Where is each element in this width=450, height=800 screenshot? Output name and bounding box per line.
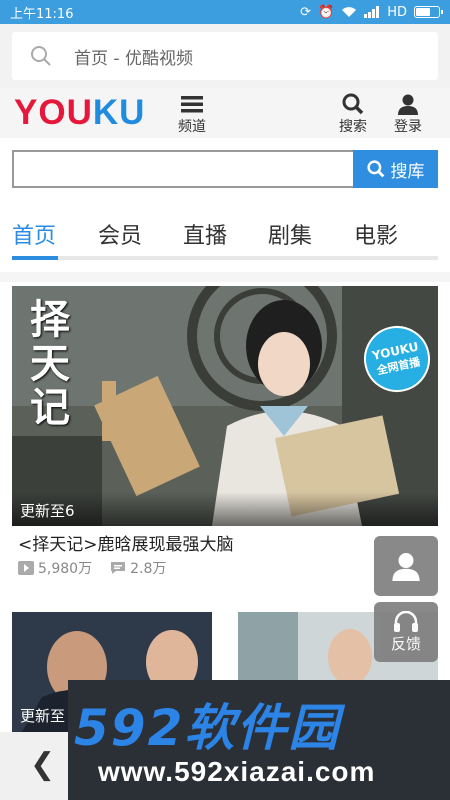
headset-icon <box>394 610 418 632</box>
network-type: HD <box>387 4 407 20</box>
tab-track <box>12 256 438 260</box>
thumbnail-show-title: 择天记 <box>30 296 70 431</box>
video-thumbnail[interactable]: 择天记 YOUKU 全网首播 更新至6 <box>12 286 438 526</box>
logo-part-ku: KU <box>92 93 146 132</box>
sync-icon: ⟳ <box>300 4 312 20</box>
login-label: 登录 <box>394 119 422 135</box>
watermark-brand: 592软件园 <box>74 699 341 757</box>
comment-count: 2.8万 <box>130 561 167 577</box>
tab-home[interactable]: 首页 <box>12 218 56 250</box>
thumbnail-gradient <box>12 492 438 526</box>
tab-vip[interactable]: 会员 <box>98 218 142 250</box>
comment-icon <box>111 562 126 574</box>
play-count-icon <box>18 561 34 575</box>
youku-logo[interactable]: YOUKU <box>14 95 145 131</box>
url-field[interactable]: 首页 - 优酷视频 <box>12 32 438 80</box>
tab-indicator <box>12 256 58 260</box>
watermark-url: www.592xiazai.com <box>98 756 376 787</box>
battery-icon <box>414 6 443 18</box>
search-icon <box>342 92 364 116</box>
alarm-icon: ⏰ <box>318 4 335 20</box>
episode-update: 更新至6 <box>20 502 75 520</box>
search-nav-label: 搜索 <box>339 119 367 135</box>
search-button-label: 搜库 <box>390 161 425 182</box>
site-header: YOUKU 频道 搜索 登录 <box>0 88 450 138</box>
site-watermark: 592软件园 www.592xiazai.com <box>68 680 450 800</box>
status-time: 上午11:16 <box>10 6 74 22</box>
profile-float-button[interactable] <box>374 536 438 596</box>
section-divider <box>0 272 450 282</box>
url-text: 首页 - 优酷视频 <box>74 48 193 69</box>
back-icon[interactable]: ❮ <box>30 750 55 780</box>
browser-url-bar: 首页 - 优酷视频 <box>0 24 450 88</box>
tab-live[interactable]: 直播 <box>183 218 227 250</box>
tab-movies[interactable]: 电影 <box>354 218 398 250</box>
video-title[interactable]: <择天记>鹿晗展现最强大脑 <box>18 530 234 555</box>
category-tabs: 首页 会员 直播 剧集 电影 <box>12 212 438 262</box>
episode-update: 更新至 <box>20 707 66 725</box>
search-nav-button[interactable]: 搜索 <box>339 92 367 136</box>
signal-icon <box>364 6 380 18</box>
feedback-button[interactable]: 反馈 <box>374 602 438 662</box>
channel-label: 频道 <box>178 119 206 135</box>
logo-part-you: YOU <box>14 93 93 132</box>
play-count: 5,980万 <box>38 561 93 577</box>
search-bar: 搜库 <box>12 150 438 188</box>
status-icons: ⟳ ⏰ HD <box>300 4 443 20</box>
search-icon <box>366 160 384 178</box>
search-icon <box>31 46 51 66</box>
login-button[interactable]: 登录 <box>394 92 422 136</box>
user-icon <box>397 92 419 116</box>
tab-series[interactable]: 剧集 <box>268 218 312 250</box>
user-icon <box>392 553 420 581</box>
wifi-icon <box>342 7 357 17</box>
search-button[interactable]: 搜库 <box>353 150 438 188</box>
channel-button[interactable]: 频道 <box>178 92 206 136</box>
video-stats: 5,980万 2.8万 <box>18 558 166 578</box>
search-input[interactable] <box>12 150 353 188</box>
status-bar: 上午11:16 ⟳ ⏰ HD <box>0 0 450 24</box>
feedback-label: 反馈 <box>390 634 421 653</box>
menu-icon <box>181 92 203 116</box>
